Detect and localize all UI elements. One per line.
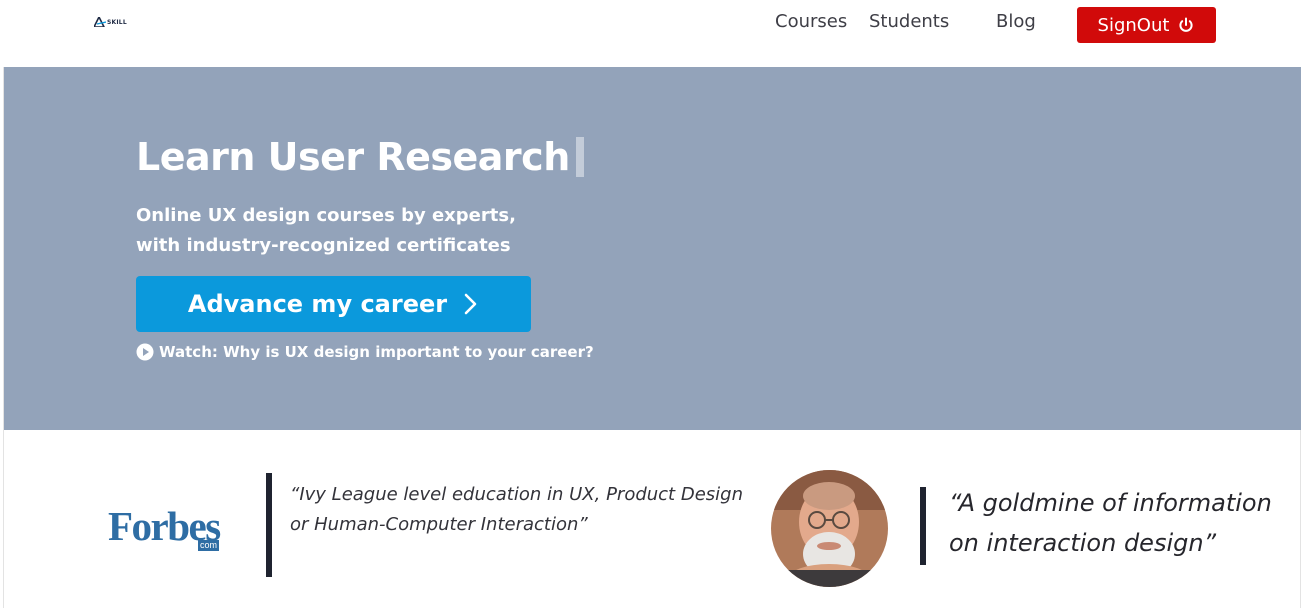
logo-text: SKILL <box>107 18 127 26</box>
forbes-logo: Forbes com <box>108 505 234 551</box>
hero-title: Learn User Research <box>136 135 584 179</box>
signout-button[interactable]: SignOut <box>1077 7 1216 43</box>
nav-courses-link[interactable]: Courses <box>775 11 847 32</box>
top-navbar: SKILL Courses Students Blog SignOut <box>0 0 1301 67</box>
play-circle-icon <box>136 343 154 361</box>
forbes-com-tag: com <box>198 540 220 551</box>
nav-students-link[interactable]: Students <box>869 11 949 32</box>
forbes-quote: “Ivy League level education in UX, Produ… <box>290 484 743 535</box>
advance-career-button[interactable]: Advance my career <box>136 276 531 332</box>
goldmine-quote: “A goldmine of information on interactio… <box>949 489 1272 557</box>
chevron-right-icon <box>464 293 477 315</box>
typing-caret <box>575 137 584 177</box>
hero-title-text: Learn User Research <box>136 135 570 179</box>
quote-divider <box>266 473 272 577</box>
signout-label: SignOut <box>1097 14 1170 36</box>
hero-banner: Learn User Research Online UX design cou… <box>4 67 1301 430</box>
cta-label: Advance my career <box>187 290 448 318</box>
portrait-photo-icon <box>771 470 888 587</box>
site-logo[interactable]: SKILL <box>94 17 127 27</box>
power-icon <box>1179 17 1193 32</box>
logo-a-icon <box>94 17 106 27</box>
watch-video-link[interactable]: Watch: Why is UX design important to you… <box>136 343 594 361</box>
nav-blog-link[interactable]: Blog <box>996 11 1036 32</box>
testimonial-avatar <box>771 470 888 587</box>
watch-label: Watch: Why is UX design important to you… <box>159 343 594 361</box>
hero-subtitle: Online UX design courses by experts, wit… <box>136 205 516 256</box>
quote-divider-2 <box>920 487 926 565</box>
